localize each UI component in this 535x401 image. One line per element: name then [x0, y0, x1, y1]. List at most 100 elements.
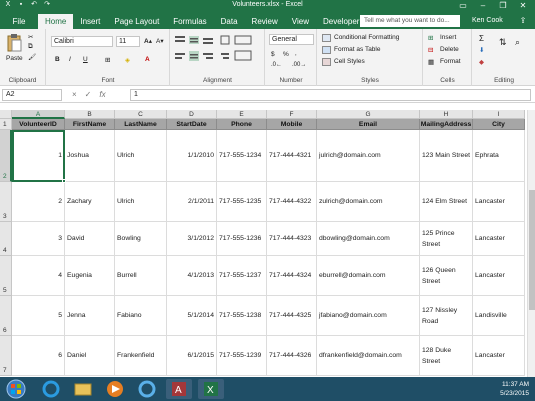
- tab-review[interactable]: Review: [245, 14, 285, 29]
- cell-firstname[interactable]: Daniel: [65, 336, 115, 376]
- row-header[interactable]: 3: [0, 182, 12, 222]
- file-explorer-icon[interactable]: [70, 379, 96, 399]
- cell-phone[interactable]: 717-555-1237: [217, 256, 267, 296]
- format-cells-button[interactable]: Format: [440, 58, 461, 65]
- delete-cells-button[interactable]: Delete: [440, 46, 459, 53]
- cell-lastname[interactable]: Frankenfield: [115, 336, 167, 376]
- borders-icon[interactable]: ⊞: [105, 56, 110, 64]
- header-cell-firstname[interactable]: FirstName: [65, 119, 115, 130]
- font-name-select[interactable]: Calibri: [51, 36, 113, 47]
- cell-startdate[interactable]: 3/1/2012: [167, 222, 217, 256]
- cell-startdate[interactable]: 5/1/2014: [167, 296, 217, 336]
- insert-cells-button[interactable]: Insert: [440, 34, 456, 41]
- find-select-icon[interactable]: ⌕: [515, 37, 520, 48]
- header-cell-startdate[interactable]: StartDate: [167, 119, 217, 130]
- cell-phone[interactable]: 717-555-1239: [217, 336, 267, 376]
- tab-file[interactable]: File: [4, 14, 34, 29]
- enter-icon[interactable]: ✓: [85, 89, 92, 101]
- tab-insert[interactable]: Insert: [73, 14, 107, 29]
- row-header[interactable]: 7: [0, 336, 12, 376]
- cell-phone[interactable]: 717-555-1236: [217, 222, 267, 256]
- cell-email[interactable]: dfrankenfield@domain.com: [317, 336, 420, 376]
- cell-volunteerid[interactable]: 2: [12, 182, 65, 222]
- row-header[interactable]: 4: [0, 222, 12, 256]
- cell-mailingaddress[interactable]: 124 Elm Street: [420, 182, 473, 222]
- column-header-h[interactable]: H: [420, 110, 473, 119]
- column-header-b[interactable]: B: [65, 110, 115, 119]
- currency-button[interactable]: $: [271, 51, 275, 58]
- fill-handle[interactable]: [62, 179, 66, 183]
- column-header-d[interactable]: D: [167, 110, 217, 119]
- cell-email[interactable]: zulrich@domain.com: [317, 182, 420, 222]
- minimize-icon[interactable]: –: [473, 0, 493, 12]
- tab-formulas[interactable]: Formulas: [166, 14, 213, 29]
- cell-lastname[interactable]: Ulrich: [115, 130, 167, 182]
- maximize-icon[interactable]: ❐: [493, 0, 513, 12]
- cell-lastname[interactable]: Fabiano: [115, 296, 167, 336]
- select-all-corner[interactable]: [0, 110, 12, 119]
- cell-city[interactable]: Lancaster: [473, 222, 525, 256]
- cell-firstname[interactable]: Eugenia: [65, 256, 115, 296]
- percent-button[interactable]: %: [283, 51, 289, 58]
- tab-view[interactable]: View: [285, 14, 316, 29]
- system-clock[interactable]: 11:37 AM 5/23/2015: [500, 380, 529, 398]
- worksheet-grid[interactable]: A B C D E F G H I 1 2 3 4 5 6 7 VolunteerID FirstName Last…: [0, 110, 527, 377]
- underline-button[interactable]: U: [83, 56, 88, 63]
- cell-mailingaddress[interactable]: 125 Prince Street: [420, 222, 473, 256]
- paste-label[interactable]: Paste: [6, 55, 23, 62]
- cell-city[interactable]: Lancaster: [473, 336, 525, 376]
- cell-firstname[interactable]: David: [65, 222, 115, 256]
- clear-icon[interactable]: ◆: [479, 58, 484, 66]
- header-cell-email[interactable]: Email: [317, 119, 420, 130]
- formula-input[interactable]: 1: [130, 89, 531, 101]
- cell-volunteerid[interactable]: 1: [12, 130, 65, 182]
- column-header-e[interactable]: E: [217, 110, 267, 119]
- edge-icon[interactable]: [134, 379, 160, 399]
- cell-lastname[interactable]: Bowling: [115, 222, 167, 256]
- name-box[interactable]: A2: [2, 89, 62, 101]
- header-cell-mailingaddress[interactable]: MailingAddress: [420, 119, 473, 130]
- tab-page-layout[interactable]: Page Layout: [107, 14, 166, 29]
- user-name[interactable]: Ken Cook: [472, 15, 503, 27]
- cell-lastname[interactable]: Burrell: [115, 256, 167, 296]
- cell-firstname[interactable]: Jenna: [65, 296, 115, 336]
- number-format-select[interactable]: General: [269, 34, 314, 45]
- conditional-formatting-button[interactable]: Conditional Formatting: [334, 34, 399, 41]
- start-button-icon[interactable]: [6, 379, 32, 399]
- comma-style-icon[interactable]: ,: [295, 51, 297, 57]
- cell-mailingaddress[interactable]: 127 Nissley Road: [420, 296, 473, 336]
- cell-mailingaddress[interactable]: 128 Duke Street: [420, 336, 473, 376]
- access-icon[interactable]: A: [166, 379, 192, 399]
- insert-function-icon[interactable]: fx: [99, 89, 105, 101]
- cell-email[interactable]: jfabiano@domain.com: [317, 296, 420, 336]
- cell-mobile[interactable]: 717-444-4323: [267, 222, 317, 256]
- cell-mobile[interactable]: 717-444-4325: [267, 296, 317, 336]
- tell-me-search[interactable]: Tell me what you want to do...: [360, 15, 460, 27]
- fill-icon[interactable]: ⬇: [479, 46, 484, 54]
- cell-styles-button[interactable]: Cell Styles: [334, 58, 365, 65]
- cell-volunteerid[interactable]: 3: [12, 222, 65, 256]
- cell-phone[interactable]: 717-555-1235: [217, 182, 267, 222]
- media-player-icon[interactable]: [102, 379, 128, 399]
- close-icon[interactable]: ✕: [513, 0, 533, 12]
- autosum-icon[interactable]: Σ: [479, 34, 484, 43]
- decrease-decimal-icon[interactable]: .00→: [292, 62, 306, 68]
- vertical-scrollbar[interactable]: [527, 110, 535, 377]
- scrollbar-thumb[interactable]: [529, 190, 535, 310]
- format-as-table-button[interactable]: Format as Table: [334, 46, 380, 53]
- header-cell-phone[interactable]: Phone: [217, 119, 267, 130]
- cell-city[interactable]: Lancaster: [473, 256, 525, 296]
- cell-email[interactable]: dbowling@domain.com: [317, 222, 420, 256]
- header-cell-volunteerid[interactable]: VolunteerID: [12, 119, 65, 130]
- cell-city[interactable]: Lancaster: [473, 182, 525, 222]
- font-color-icon[interactable]: A: [145, 56, 150, 63]
- format-painter-icon[interactable]: 🖌: [28, 53, 36, 61]
- cell-volunteerid[interactable]: 4: [12, 256, 65, 296]
- column-header-i[interactable]: I: [473, 110, 525, 119]
- cell-lastname[interactable]: Ulrich: [115, 182, 167, 222]
- column-header-f[interactable]: F: [267, 110, 317, 119]
- cell-firstname[interactable]: Zachary: [65, 182, 115, 222]
- cell-city[interactable]: Ephrata: [473, 130, 525, 182]
- cell-mobile[interactable]: 717-444-4326: [267, 336, 317, 376]
- cell-mailingaddress[interactable]: 123 Main Street: [420, 130, 473, 182]
